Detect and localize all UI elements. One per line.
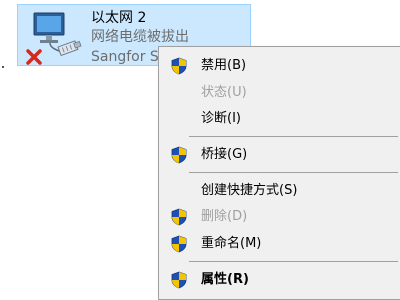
uac-shield-icon: [171, 208, 187, 226]
uac-shield-icon: [171, 57, 187, 75]
menu-item-diagnose[interactable]: 诊断(I): [161, 107, 400, 131]
menu-item-label: 状态(U): [201, 85, 247, 100]
menu-item-bridge[interactable]: 桥接(G): [161, 143, 400, 167]
menu-item-label: 桥接(G): [201, 147, 248, 162]
menu-item-rename[interactable]: 重命名(M): [161, 232, 400, 256]
adapter-status: 网络电缆被拔出: [91, 29, 189, 45]
menu-item-status[interactable]: 状态(U): [161, 81, 400, 105]
menu-item-label: 禁用(B): [201, 58, 247, 73]
menu-separator: [189, 261, 398, 262]
menu-item-create-shortcut[interactable]: 创建快捷方式(S): [161, 179, 400, 203]
menu-item-label: 诊断(I): [201, 111, 241, 126]
stray-dot: [2, 66, 4, 68]
menu-item-delete[interactable]: 删除(D): [161, 205, 400, 229]
uac-shield-icon: [171, 271, 187, 289]
menu-item-label: 创建快捷方式(S): [201, 183, 298, 198]
menu-item-disable[interactable]: 禁用(B): [161, 54, 400, 78]
context-menu: 禁用(B) 状态(U) 诊断(I) 桥接(G) 创建快捷方式(S) 删除(D): [158, 46, 400, 300]
menu-item-label: 重命名(M): [201, 236, 262, 251]
uac-shield-icon: [171, 235, 187, 253]
menu-item-label: 属性(R): [201, 272, 249, 287]
menu-separator: [189, 136, 398, 137]
error-x-icon: [26, 49, 42, 65]
network-adapter-disconnected-icon: [26, 12, 82, 65]
menu-separator: [189, 172, 398, 173]
adapter-name: 以太网 2: [91, 10, 147, 26]
menu-item-label: 删除(D): [201, 209, 248, 224]
menu-item-properties[interactable]: 属性(R): [161, 268, 400, 292]
uac-shield-icon: [171, 146, 187, 164]
